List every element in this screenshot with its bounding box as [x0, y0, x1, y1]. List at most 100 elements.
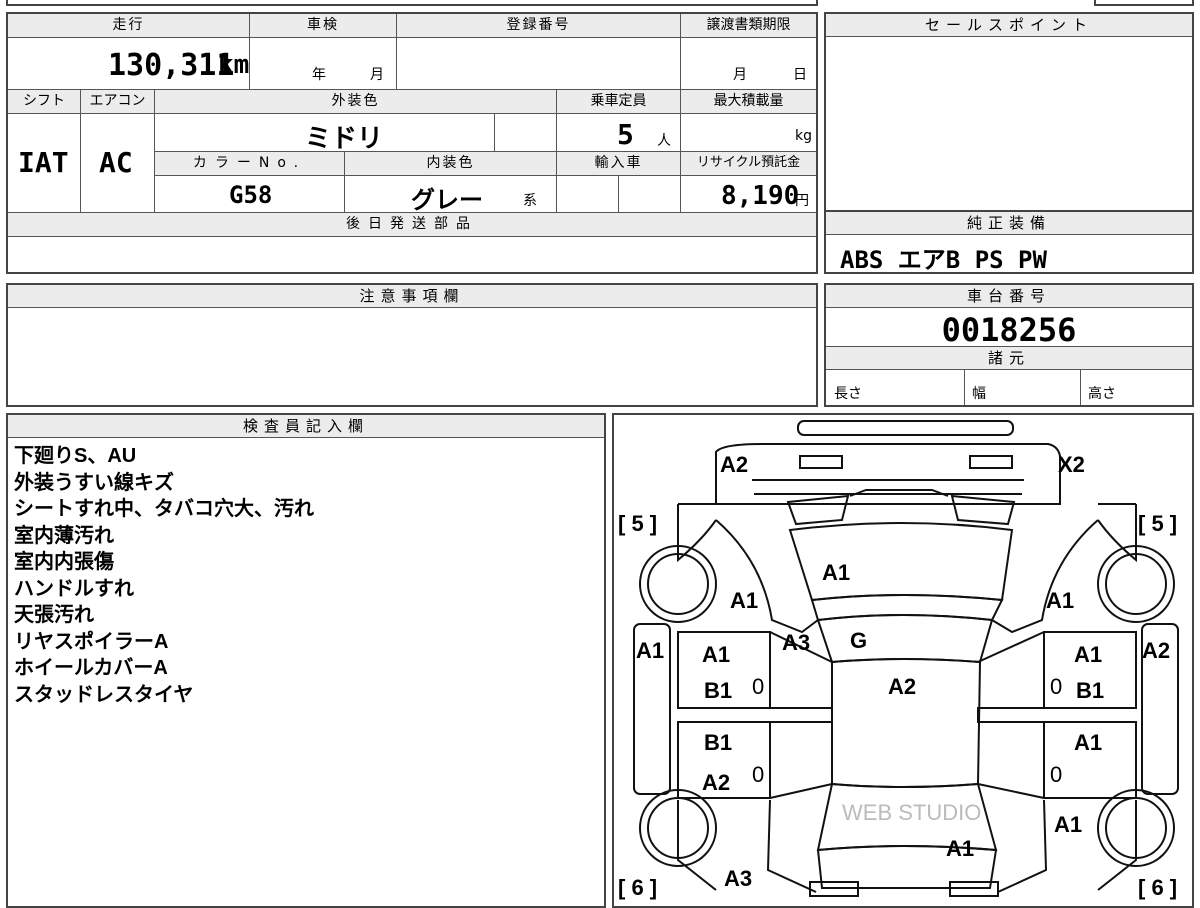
exterior-label: 外装色: [155, 90, 557, 114]
sales-point-box: セールスポイント: [824, 12, 1194, 212]
watermark: WEB STUDIO: [842, 800, 981, 825]
length-cell: 長さ: [826, 369, 965, 405]
inspection-label: 車検: [250, 14, 397, 38]
transfer-month: 月: [733, 67, 747, 83]
inspection-month: 月: [370, 67, 384, 83]
height-cell: 高さ: [1080, 369, 1192, 405]
inspector-line: ホイールカバーA: [14, 657, 168, 679]
ac-value: AC: [99, 146, 133, 179]
capacity-unit: 人: [657, 133, 671, 149]
mark-front-left: A2: [720, 452, 748, 477]
interior-suffix: 系: [523, 193, 537, 209]
color-no-value: G58: [229, 181, 273, 209]
chassis-label: 車台番号: [826, 285, 1192, 308]
notes-label: 注意事項欄: [8, 285, 816, 308]
capacity-label: 乗車定員: [557, 90, 681, 114]
inspection-cell: 年 月: [250, 38, 397, 90]
load-unit: kg: [795, 128, 812, 144]
mark-side-right: A2: [1142, 638, 1170, 663]
inspector-notes: 下廻りS、AU 外装うすい線キズ シートすれ中、タバコ穴大、汚れ 室内薄汚れ 室…: [14, 443, 314, 708]
mark-front-right: X2: [1058, 452, 1085, 477]
mileage-value: 130,311: [108, 48, 235, 83]
genuine-equipment-value: ABS エアB PS PW: [840, 246, 1047, 274]
tire-fl-label: [ 5 ]: [618, 511, 657, 536]
mark-hood: A1: [822, 560, 850, 585]
mark-door-rr-1: A1: [1074, 730, 1102, 755]
mark-door-rl-1: B1: [704, 730, 732, 755]
width-cell: 幅: [964, 369, 1081, 405]
exterior-value: ミドリ: [305, 124, 384, 154]
shift-label: シフト: [8, 90, 81, 114]
inspector-line: 天張汚れ: [14, 604, 94, 626]
top-strip-right: [1094, 0, 1194, 6]
tire-rl-label: [ 6 ]: [618, 875, 657, 900]
shift-value: IAT: [18, 146, 69, 179]
mileage-unit: km: [218, 50, 250, 80]
mark-door-rl-2: A2: [702, 770, 730, 795]
mark-trunk: A1: [946, 836, 974, 861]
inspector-line: 下廻りS、AU: [14, 445, 137, 467]
color-no-cell: G58: [155, 176, 345, 213]
interior-value: グレー: [411, 186, 483, 214]
genuine-equipment-label: 純正装備: [826, 212, 1192, 235]
vehicle-info-table: 走行 車検 登録番号 譲渡書類期限 130,311 km 年 月 月 日 シフト…: [6, 12, 818, 274]
chassis-value: 0018256: [941, 311, 1077, 349]
color-no-label: カラーNo.: [155, 152, 345, 176]
mileage-label: 走行: [8, 14, 250, 38]
import-label: 輸入車: [557, 152, 681, 176]
transfer-day: 日: [793, 67, 807, 83]
transfer-cell: 月 日: [681, 38, 816, 90]
capacity-cell: 5 人: [557, 114, 681, 152]
load-cell: kg: [681, 114, 816, 152]
mark-side-left: A1: [636, 638, 664, 663]
ac-cell: AC: [81, 114, 155, 213]
mark-door-fl-2: B1: [704, 678, 732, 703]
zero-mark: 0: [1050, 762, 1062, 787]
zero-mark: 0: [1050, 674, 1062, 699]
recycle-unit: 円: [795, 193, 809, 209]
inspector-line: スタッドレスタイヤ: [14, 683, 194, 706]
mark-windshield: G: [850, 628, 867, 653]
inspector-label: 検査員記入欄: [8, 415, 604, 438]
later-parts-label: 後日発送部品: [8, 213, 816, 237]
length-label: 長さ: [834, 386, 862, 402]
exterior-cell: ミドリ: [155, 114, 495, 154]
tire-rr-label: [ 6 ]: [1138, 875, 1177, 900]
zero-mark: 0: [752, 762, 764, 787]
height-label: 高さ: [1088, 386, 1116, 402]
import-cell-2: [619, 176, 681, 213]
inspector-line: リヤスポイラーA: [14, 630, 169, 653]
chassis-box: 車台番号 0018256 諸元 長さ 幅 高さ: [824, 283, 1194, 407]
registration-label: 登録番号: [397, 14, 681, 38]
load-label: 最大積載量: [681, 90, 816, 114]
ac-label: エアコン: [81, 90, 155, 114]
zero-mark: 0: [752, 674, 764, 699]
mark-door-fl-1: A1: [702, 642, 730, 667]
mark-quarter-right: A1: [1054, 812, 1082, 837]
recycle-cell: 8,190 円: [681, 176, 816, 213]
interior-cell: グレー 系: [345, 176, 557, 214]
tire-fr-label: [ 5 ]: [1138, 511, 1177, 536]
mark-roof: A2: [888, 674, 916, 699]
width-label: 幅: [972, 386, 986, 402]
inspector-line: シートすれ中、タバコ穴大、汚れ: [14, 498, 314, 520]
mark-door-fr-1: A1: [1074, 642, 1102, 667]
inspector-line: 室内内張傷: [14, 551, 114, 573]
specs-label: 諸元: [826, 346, 1192, 370]
mark-pillar-left: A3: [782, 630, 810, 655]
interior-label: 内装色: [345, 152, 557, 176]
shift-cell: IAT: [8, 114, 81, 213]
mark-door-fr-2: B1: [1076, 678, 1104, 703]
car-diagram-box: WEB STUDIO A2 X2 [ 5 ] [ 5 ] [ 6 ] [ 6 ]…: [612, 413, 1194, 908]
car-diagram: WEB STUDIO A2 X2 [ 5 ] [ 5 ] [ 6 ] [ 6 ]…: [618, 420, 1179, 900]
inspection-year: 年: [312, 67, 326, 83]
genuine-equipment-box: 純正装備 ABS エアB PS PW: [824, 210, 1194, 274]
registration-cell: [397, 38, 681, 90]
inspector-box: 検査員記入欄 下廻りS、AU 外装うすい線キズ シートすれ中、タバコ穴大、汚れ …: [6, 413, 606, 908]
inspector-line: 室内薄汚れ: [14, 524, 114, 547]
mileage-cell: 130,311 km: [8, 38, 250, 90]
recycle-value: 8,190: [721, 181, 800, 211]
notes-box: 注意事項欄: [6, 283, 818, 407]
top-strip: [6, 0, 818, 6]
import-cell-1: [557, 176, 619, 213]
